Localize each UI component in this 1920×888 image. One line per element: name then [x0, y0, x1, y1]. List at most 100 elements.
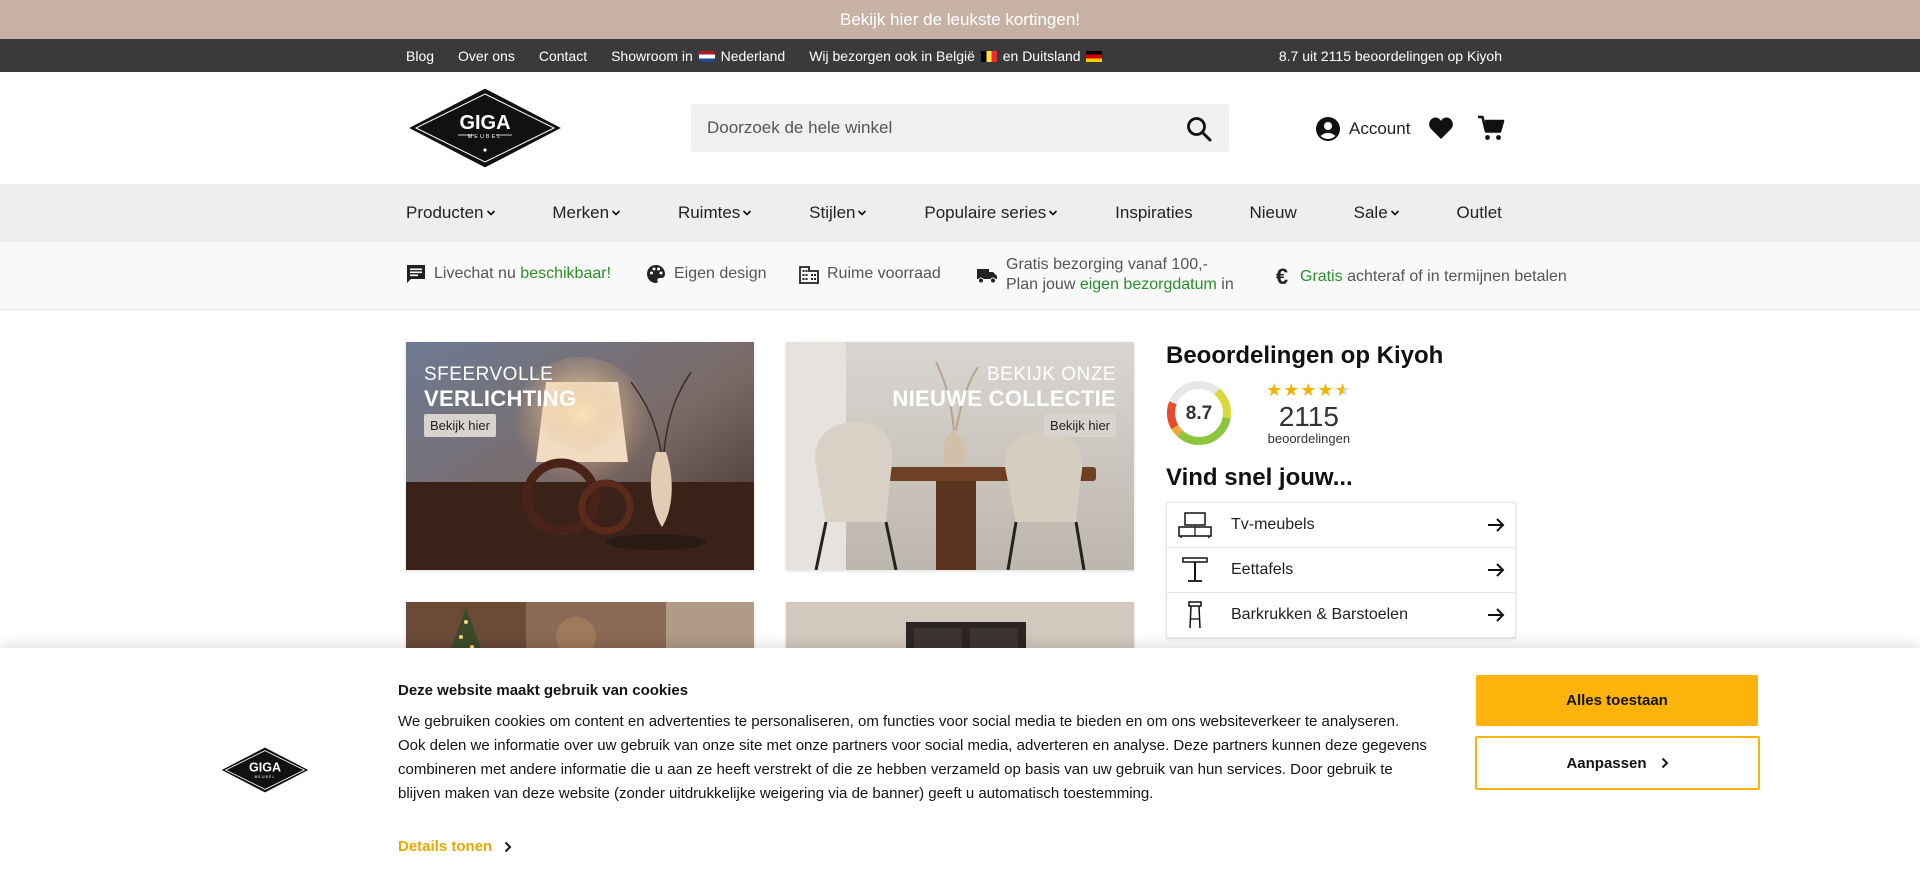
chevron-down-icon: [1390, 210, 1399, 216]
quickfind-label: Eettafels: [1231, 561, 1294, 578]
star-icon: ★: [1317, 380, 1335, 400]
banner-collection-line1: BEKIJK ONZE: [986, 364, 1116, 385]
banner-lighting-button[interactable]: Bekijk hier: [424, 414, 496, 437]
nav-item-producten[interactable]: Producten: [406, 203, 496, 223]
tv-furniture-icon: [1178, 512, 1212, 538]
nav-item-label: Ruimtes: [677, 203, 741, 222]
top-link-showroom[interactable]: Showroom in Nederland: [611, 48, 785, 64]
chevron-down-icon: [858, 210, 867, 216]
top-link-contact[interactable]: Contact: [539, 48, 587, 64]
svg-text:GIGA: GIGA: [459, 112, 510, 134]
top-link-blog[interactable]: Blog: [406, 48, 434, 64]
nav-item-sale[interactable]: Sale: [1354, 203, 1400, 223]
top-bar: Blog Over ons Contact Showroom in Nederl…: [0, 39, 1920, 72]
usp-delivery[interactable]: Gratis bezorging vanaf 100,- Plan jouw e…: [976, 255, 1234, 295]
banner-lighting[interactable]: SFEERVOLLE VERLICHTING Bekijk hier: [406, 342, 754, 570]
showroom-country: Nederland: [720, 47, 786, 64]
search-input[interactable]: [707, 118, 1167, 138]
cookie-text: We gebruiken cookies om content en adver…: [398, 713, 1427, 802]
arrow-right-icon: [1488, 518, 1505, 532]
arrow-right-icon: [1488, 563, 1505, 577]
nav-item-inspiraties[interactable]: Inspiraties: [1115, 203, 1192, 223]
banner-new-collection[interactable]: BEKIJK ONZE NIEUWE COLLECTIE Bekijk hier: [786, 342, 1134, 570]
quickfind-label: Tv-meubels: [1231, 516, 1315, 533]
sidebar: Beoordelingen op Kiyoh 8.7 ★★★★★ 2115 be…: [1166, 342, 1516, 639]
star-icon: ★: [1283, 380, 1301, 400]
delivery-truck-icon: [977, 269, 997, 284]
search-box: [691, 104, 1229, 152]
giga-logo-icon: GIGA MEUBEL: [406, 87, 564, 169]
euro-icon: €: [1275, 264, 1289, 289]
quickfind-item-eettafels[interactable]: Eettafels: [1167, 548, 1515, 593]
nav-item-nieuw[interactable]: Nieuw: [1250, 203, 1297, 223]
usp-delivery-line1: Gratis bezorging vanaf 100,-: [1006, 256, 1208, 273]
wishlist-button[interactable]: [1428, 116, 1454, 145]
nav-item-label: Sale: [1353, 203, 1388, 222]
star-icon: ★: [1300, 380, 1318, 400]
banner-collection-line2: NIEUWE COLLECTIE: [892, 386, 1116, 411]
netherlands-flag-icon: [698, 50, 715, 62]
user-circle-icon: [1316, 117, 1340, 141]
search-icon: [1187, 117, 1212, 142]
rating-count-label: beoordelingen: [1267, 431, 1351, 446]
promo-text: Bekijk hier de leukste kortingen!: [839, 9, 1081, 29]
nav-item-label: Nieuw: [1249, 203, 1297, 222]
rating-score-ring: 8.7: [1167, 381, 1231, 445]
usp-delivery-line2-post: in: [1221, 276, 1234, 293]
cookie-details-link[interactable]: Details tonen: [398, 838, 512, 855]
nav-item-label: Producten: [406, 203, 484, 222]
heart-icon: [1429, 117, 1453, 139]
nav-item-label: Merken: [552, 203, 610, 222]
usp-livechat[interactable]: Livechat nu beschikbaar!: [406, 264, 611, 284]
star-icon: ★: [1266, 380, 1284, 400]
chevron-down-icon: [611, 210, 621, 216]
allow-all-button[interactable]: Alles toestaan: [1476, 675, 1758, 726]
barstool-icon: [1188, 601, 1202, 629]
quickfind-item-tv-meubels[interactable]: Tv-meubels: [1167, 503, 1515, 548]
kiyoh-rating[interactable]: 8.7 ★★★★★ 2115 beoordelingen: [1166, 380, 1516, 446]
nav-item-label: Populaire series: [924, 203, 1047, 222]
svg-text:GIGA: GIGA: [249, 761, 281, 775]
usp-payment-text: achteraf of in termijnen betalen: [1347, 268, 1567, 285]
quickfind-title: Vind snel jouw...: [1166, 464, 1353, 491]
account-link[interactable]: Account: [1315, 116, 1410, 142]
chat-bubble-icon: [407, 265, 425, 283]
nav-item-stijlen[interactable]: Stijlen: [809, 203, 867, 223]
search-button[interactable]: [1185, 115, 1213, 143]
rating-count: 2115: [1278, 401, 1339, 432]
nav-item-label: Inspiraties: [1115, 203, 1193, 222]
banner-collection-button[interactable]: Bekijk hier: [1044, 414, 1116, 437]
usp-payment-green: Gratis: [1300, 268, 1343, 285]
nav-item-populaire-series[interactable]: Populaire series: [924, 203, 1058, 223]
usp-bar: Livechat nu beschikbaar! Eigen design Ru…: [0, 242, 1920, 310]
top-rating-link[interactable]: 8.7 uit 2115 beoordelingen op Kiyoh: [1279, 48, 1502, 64]
showroom-prefix: Showroom in: [611, 47, 693, 64]
cookie-title: Deze website maakt gebruik van cookies: [398, 682, 689, 699]
building-icon: [799, 266, 819, 284]
palette-icon: [647, 265, 665, 283]
promo-banner[interactable]: Bekijk hier de leukste kortingen!: [0, 0, 1920, 39]
quickfind-item-barkrukken[interactable]: Barkrukken & Barstoelen: [1167, 593, 1515, 638]
top-link-delivery[interactable]: Wij bezorgen ook in België en Duitsland: [809, 48, 1104, 64]
main-content: SFEERVOLLE VERLICHTING Bekijk hier BEKIJ…: [0, 310, 1920, 662]
nav-item-label: Outlet: [1456, 203, 1502, 222]
usp-delivery-line2-pre: Plan jouw: [1006, 276, 1076, 293]
giga-logo-icon: GIGA MEUBEL: [220, 746, 310, 794]
nav-item-ruimtes[interactable]: Ruimtes: [678, 203, 752, 223]
usp-payment: € Gratis achteraf of in termijnen betale…: [1272, 264, 1567, 290]
usp-design-text: Eigen design: [674, 265, 767, 282]
nav-item-merken[interactable]: Merken: [552, 203, 621, 223]
cart-button[interactable]: [1477, 114, 1505, 147]
chevron-right-icon: [1661, 757, 1668, 769]
quickfind-list: Tv-meubels Eettafels Barkrukken & Barsto…: [1166, 502, 1516, 639]
nav-item-outlet[interactable]: Outlet: [1457, 203, 1502, 223]
delivery-and: en Duitsland: [1002, 47, 1081, 64]
dining-table-icon: [1182, 557, 1208, 582]
reviews-title: Beoordelingen op Kiyoh: [1166, 342, 1444, 369]
top-link-over-ons[interactable]: Over ons: [458, 48, 515, 64]
header: GIGA MEUBEL Account: [0, 72, 1920, 184]
customize-label: Aanpassen: [1566, 754, 1647, 772]
cookie-logo: GIGA MEUBEL: [220, 746, 310, 794]
customize-button[interactable]: Aanpassen: [1475, 736, 1760, 790]
logo[interactable]: GIGA MEUBEL: [406, 86, 564, 170]
